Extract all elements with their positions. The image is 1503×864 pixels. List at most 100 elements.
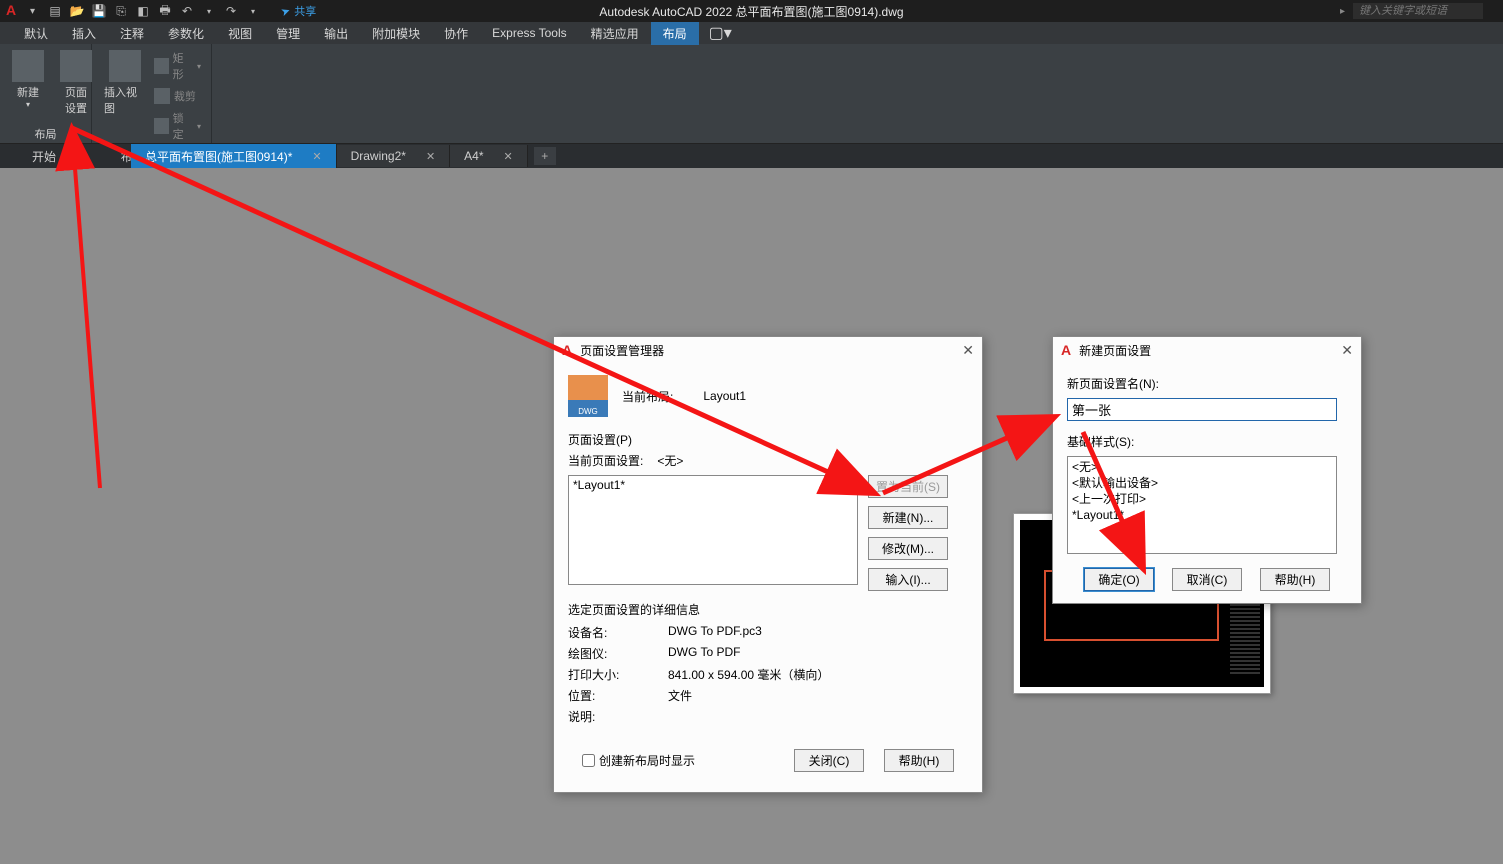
tab-expresstools[interactable]: Express Tools — [480, 23, 578, 43]
dialog-title: 新建页面设置 — [1079, 342, 1151, 359]
undo-icon[interactable]: ↶ — [179, 3, 195, 19]
window-title: Autodesk AutoCAD 2022 总平面布置图(施工图0914).dw… — [599, 3, 903, 20]
ribbon: 新建 ▾ 页面 设置 布局 插入视图 矩形▾ 裁剪 锁定▾ — [0, 44, 1503, 144]
close-icon[interactable]: ✕ — [504, 150, 513, 163]
dropdown-icon: ▾ — [26, 100, 30, 109]
new-layout-button[interactable]: 新建 ▾ — [6, 48, 50, 111]
redo-drop-icon[interactable]: ▾ — [245, 3, 261, 19]
autocad-logo: A — [6, 2, 24, 20]
share-label: 共享 — [294, 3, 316, 19]
insert-view-icon — [109, 50, 141, 82]
drawtab-main-label: 总平面布置图(施工图0914)* — [145, 148, 292, 165]
modify-button[interactable]: 修改(M)... — [868, 537, 948, 560]
close-icon[interactable]: ✕ — [962, 342, 974, 359]
drawtab-main[interactable]: 总平面布置图(施工图0914)* ✕ — [131, 144, 337, 169]
cancel-button[interactable]: 取消(C) — [1172, 568, 1242, 591]
checkbox-label: 创建新布局时显示 — [599, 752, 695, 769]
share-icon: ➤ — [279, 3, 292, 18]
undo-drop-icon[interactable]: ▾ — [201, 3, 217, 19]
list-item[interactable]: *Layout1* — [573, 478, 853, 492]
desc-label: 说明: — [568, 708, 668, 725]
dialog-titlebar[interactable]: A 新建页面设置 ✕ — [1053, 337, 1361, 363]
open-icon[interactable]: 📂 — [69, 3, 85, 19]
tab-view[interactable]: 视图 — [216, 22, 264, 45]
insert-view-label: 插入视图 — [104, 84, 146, 116]
start-label: 开始 — [32, 148, 56, 165]
plot-icon[interactable]: 🖶 — [157, 3, 173, 19]
tab-addins[interactable]: 附加模块 — [360, 22, 432, 45]
dwg-icon: DWG — [568, 375, 608, 417]
rect-label: 矩形 — [173, 50, 193, 82]
dialog-title: 页面设置管理器 — [580, 342, 664, 359]
help-button[interactable]: 帮助(H) — [1260, 568, 1330, 591]
size-label: 打印大小: — [568, 666, 668, 683]
tab-output[interactable]: 输出 — [312, 22, 360, 45]
page-setup-name-input[interactable] — [1067, 398, 1337, 421]
tab-layout[interactable]: 布局 — [651, 22, 699, 45]
openweb-icon[interactable]: ◧ — [135, 3, 151, 19]
close-button[interactable]: 关闭(C) — [794, 749, 864, 772]
tab-annotate[interactable]: 注释 — [108, 22, 156, 45]
close-icon[interactable]: ✕ — [1341, 342, 1353, 359]
panel-title-layout: 布局 — [0, 125, 91, 143]
rect-icon — [154, 58, 169, 74]
import-button[interactable]: 输入(I)... — [868, 568, 948, 591]
tab-featured[interactable]: 精选应用 — [579, 22, 651, 45]
drawtab-d2-label: Drawing2* — [351, 149, 406, 163]
page-setup-group-label: 页面设置(P) — [568, 431, 968, 448]
close-icon[interactable]: ✕ — [426, 150, 435, 163]
insert-view-button[interactable]: 插入视图 — [98, 48, 150, 144]
tab-overflow-icon[interactable]: ▢▾ — [699, 20, 742, 46]
lock-icon — [154, 118, 169, 134]
tab-default[interactable]: 默认 — [12, 22, 60, 45]
viewport-lock-button[interactable]: 锁定▾ — [150, 108, 205, 144]
page-setup-listbox[interactable]: *Layout1* — [568, 475, 858, 585]
current-layout-value: Layout1 — [703, 389, 746, 403]
drawtab-start[interactable]: 开始 — [18, 144, 71, 169]
current-setup-value: <无> — [657, 452, 683, 469]
saveas-icon[interactable]: ⎘ — [113, 3, 129, 19]
drawtab-a4[interactable]: A4*✕ — [450, 145, 528, 167]
list-item[interactable]: <无> — [1072, 459, 1332, 475]
tab-collaborate[interactable]: 协作 — [432, 22, 480, 45]
tab-parametric[interactable]: 参数化 — [156, 22, 216, 45]
list-item[interactable]: <上一次打印> — [1072, 491, 1332, 507]
list-item[interactable]: <默认输出设备> — [1072, 475, 1332, 491]
drawtab-drawing2[interactable]: Drawing2* ✕ — [337, 145, 451, 167]
current-setup-label: 当前页面设置: — [568, 452, 643, 469]
tab-manage[interactable]: 管理 — [264, 22, 312, 45]
base-style-listbox[interactable]: <无> <默认输出设备> <上一次打印> *Layout1* — [1067, 456, 1337, 554]
add-tab-button[interactable]: + — [534, 147, 556, 165]
set-current-button[interactable]: 置为当前(S) — [868, 475, 948, 498]
ok-button[interactable]: 确定(O) — [1084, 568, 1154, 591]
share-button[interactable]: ➤ 共享 — [281, 3, 316, 19]
new-layout-label: 新建 — [17, 84, 39, 100]
clip-label: 裁剪 — [174, 88, 196, 104]
drawing-tabs: 开始 总平面布置图(施工图0914)* ✕ Drawing2* ✕ A4*✕ + — [0, 144, 1503, 168]
new-layout-icon — [12, 50, 44, 82]
create-on-new-layout-checkbox[interactable]: 创建新布局时显示 — [582, 752, 695, 769]
where-value: 文件 — [668, 687, 692, 704]
tab-insert[interactable]: 插入 — [60, 22, 108, 45]
where-label: 位置: — [568, 687, 668, 704]
close-icon[interactable]: ✕ — [312, 150, 321, 163]
help-button[interactable]: 帮助(H) — [884, 749, 954, 772]
dialog-titlebar[interactable]: A 页面设置管理器 ✕ — [554, 337, 982, 363]
list-item[interactable]: *Layout1* — [1072, 507, 1332, 523]
ribbon-tabs: 默认 插入 注释 参数化 视图 管理 输出 附加模块 协作 Express To… — [0, 22, 1503, 44]
new-icon[interactable]: ▤ — [47, 3, 63, 19]
new-page-setup-dialog: A 新建页面设置 ✕ 新页面设置名(N): 基础样式(S): <无> <默认输出… — [1052, 336, 1362, 604]
viewport-rect-button[interactable]: 矩形▾ — [150, 48, 205, 84]
new-button[interactable]: 新建(N)... — [868, 506, 948, 529]
search-input[interactable] — [1353, 3, 1483, 19]
redo-icon[interactable]: ↷ — [223, 3, 239, 19]
save-icon[interactable]: 💾 — [91, 3, 107, 19]
viewport-clip-button[interactable]: 裁剪 — [150, 86, 205, 106]
ribbon-panel-viewport: 插入视图 矩形▾ 裁剪 锁定▾ 布局视口↘ — [92, 44, 212, 143]
qat-dropdown-icon[interactable]: ▾ — [30, 6, 35, 17]
autocad-logo-icon: A — [562, 342, 572, 358]
checkbox-input[interactable] — [582, 754, 595, 767]
plotter-value: DWG To PDF — [668, 645, 740, 662]
size-value: 841.00 x 594.00 毫米（横向） — [668, 666, 829, 683]
plotter-label: 绘图仪: — [568, 645, 668, 662]
